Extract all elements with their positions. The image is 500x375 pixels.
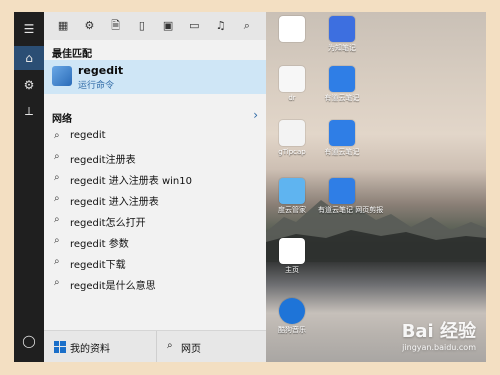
desktop-icon-label: 有道云笔记 (324, 94, 360, 102)
music-filter-icon[interactable]: ♫ (212, 17, 230, 35)
app-icon (279, 120, 305, 146)
video-filter-icon[interactable]: ▭ (185, 17, 203, 35)
desktop-icon[interactable]: 有道云笔记 (318, 66, 366, 102)
web-result-text: regedit怎么打开 (70, 218, 146, 229)
start-search-panel: ▦ ⚙ 🗎 ▯ ▣ ▭ ♫ ⌕ 最佳匹配 regedit 运行命令 网络 › ⌕… (44, 12, 266, 362)
search-ring-icon[interactable]: ◯ (20, 332, 38, 350)
search-icon: ⌕ (54, 172, 60, 183)
desktop-icon-label: 为知笔记 (328, 44, 356, 52)
desktop-icon-label: dr (288, 94, 296, 102)
watermark-brand: Bai 经验 (401, 321, 476, 342)
web-result-item[interactable]: ⌕ regedit是什么意思 (44, 273, 266, 294)
apps-filter-icon[interactable]: ▦ (54, 17, 72, 35)
k-icon (279, 298, 305, 324)
best-match-result[interactable]: regedit 运行命令 (44, 60, 266, 94)
chevron-right-icon: › (253, 108, 258, 122)
photos-filter-icon[interactable]: ▣ (159, 17, 177, 35)
search-icon: ⌕ (54, 214, 60, 225)
file-icon (279, 16, 305, 42)
desktop-icon[interactable]: 有道云笔记 (318, 120, 366, 156)
filter-toolbar: ▦ ⚙ 🗎 ▯ ▣ ▭ ♫ ⌕ (44, 12, 266, 40)
settings-filter-icon[interactable]: ⚙ (80, 17, 98, 35)
screenshot-frame: ☰ ⌂ ⚙ ⟂ ◯ ▦ ⚙ 🗎 ▯ ▣ ▭ ♫ ⌕ 最佳匹配 regedit 运… (0, 0, 500, 375)
windows-logo-icon (54, 341, 66, 353)
search-icon: ⌕ (167, 340, 173, 351)
regedit-icon (52, 66, 72, 86)
search-scope-bar: 我的资料 ⌕ 网页 (44, 330, 266, 362)
desktop-icon-label: 度云管家 (278, 206, 306, 214)
web-search-label: 网页 (181, 344, 201, 355)
desktop-icon[interactable]: 有道云笔记 网页剪报 (318, 178, 384, 214)
web-result-text: regedit (70, 130, 106, 141)
web-result-text: regedit 进入注册表 (70, 197, 159, 208)
web-result-item[interactable]: ⌕ regedit (44, 126, 266, 147)
desktop-icon-label: 有道云笔记 网页剪报 (318, 206, 384, 214)
search-icon: ⌕ (54, 277, 60, 288)
web-result-item[interactable]: ⌕ regedit 进入注册表 (44, 189, 266, 210)
start-menu-rail: ☰ ⌂ ⚙ ⟂ ◯ (14, 12, 44, 362)
web-result-text: regedit下载 (70, 260, 126, 271)
desktop-icon-label: gTipcap (278, 148, 306, 156)
settings-icon[interactable]: ⚙ (20, 76, 38, 94)
web-section-header[interactable]: 网络 › (44, 108, 266, 126)
web-search-button[interactable]: ⌕ 网页 (156, 331, 266, 362)
desktop-icon[interactable]: 度云管家 (268, 178, 316, 214)
desktop-icon[interactable]: 为知笔记 (318, 16, 366, 52)
desktop-icon[interactable]: 主页 (268, 238, 316, 274)
desktop-icon[interactable]: dr (268, 66, 316, 102)
desktop-icon[interactable]: 酷狗音乐 (268, 298, 316, 334)
screen: ☰ ⌂ ⚙ ⟂ ◯ ▦ ⚙ 🗎 ▯ ▣ ▭ ♫ ⌕ 最佳匹配 regedit 运… (14, 12, 486, 362)
web-result-item[interactable]: ⌕ regedit 进入注册表 win10 (44, 168, 266, 189)
web-result-item[interactable]: ⌕ regedit注册表 (44, 147, 266, 168)
tablet-filter-icon[interactable]: ▯ (133, 17, 151, 35)
hamburger-menu-icon[interactable]: ☰ (20, 20, 38, 38)
feedback-icon[interactable]: ⟂ (20, 102, 38, 120)
desktop-icon-label: 有道云笔记 (324, 148, 360, 156)
cloud-icon (279, 178, 305, 204)
web-result-text: regedit 进入注册表 win10 (70, 176, 192, 187)
baidu-jingyan-watermark: Bai 经验 jingyan.baidu.com (402, 317, 476, 352)
file-icon (279, 66, 305, 92)
desktop-icon-label: 酷狗音乐 (278, 326, 306, 334)
home-icon (279, 238, 305, 264)
my-stuff-label: 我的资料 (70, 344, 110, 355)
desktop-icon[interactable]: gTipcap (268, 120, 316, 156)
web-result-text: regedit注册表 (70, 155, 136, 166)
desktop-icon-label: 主页 (285, 266, 299, 274)
web-result-item[interactable]: ⌕ regedit 参数 (44, 231, 266, 252)
app-icon (329, 16, 355, 42)
app-icon (329, 120, 355, 146)
search-icon: ⌕ (54, 256, 60, 267)
best-match-subtitle: 运行命令 (78, 81, 115, 91)
web-result-text: regedit 参数 (70, 239, 129, 250)
web-result-item[interactable]: ⌕ regedit怎么打开 (44, 210, 266, 231)
best-match-title: regedit (78, 64, 124, 77)
search-icon: ⌕ (54, 151, 60, 162)
desktop-wallpaper: dr gTipcap 度云管家 主页 酷狗音乐 为知笔记 有道云笔记 有道云笔记… (266, 12, 486, 362)
web-result-item[interactable]: ⌕ regedit下载 (44, 252, 266, 273)
my-stuff-button[interactable]: 我的资料 (44, 331, 156, 362)
search-filter-icon[interactable]: ⌕ (238, 17, 256, 35)
desktop-icon[interactable] (268, 16, 316, 44)
web-results-list: ⌕ regedit ⌕ regedit注册表 ⌕ regedit 进入注册表 w… (44, 126, 266, 294)
watermark-url: jingyan.baidu.com (402, 343, 476, 352)
home-icon[interactable]: ⌂ (14, 46, 44, 70)
best-match-label: 最佳匹配 (52, 49, 92, 60)
documents-filter-icon[interactable]: 🗎 (107, 17, 125, 35)
web-result-text: regedit是什么意思 (70, 281, 156, 292)
clip-icon (329, 178, 355, 204)
search-icon: ⌕ (54, 193, 60, 204)
app-icon (329, 66, 355, 92)
web-section-label: 网络 (52, 114, 72, 125)
search-icon: ⌕ (54, 130, 60, 141)
search-icon: ⌕ (54, 235, 60, 246)
